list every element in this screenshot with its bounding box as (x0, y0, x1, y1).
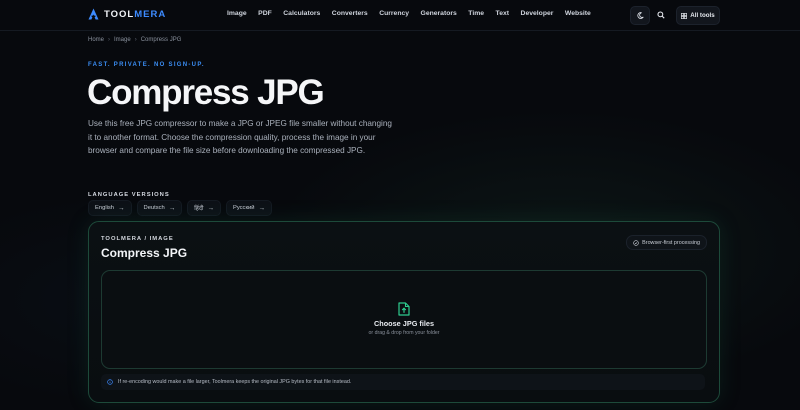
nav-generators[interactable]: Generators (421, 10, 457, 17)
language-name: हिंदी (194, 206, 204, 212)
logo[interactable]: TOOLMERA (88, 8, 166, 20)
tool-card-eyebrow: TOOLMERA / IMAGE (101, 236, 174, 242)
theme-toggle-button[interactable] (630, 6, 650, 25)
language-link-english[interactable]: English → (88, 200, 132, 216)
logo-icon (88, 8, 99, 20)
file-dropzone[interactable]: Choose JPG files or drag & drop from you… (101, 270, 707, 369)
language-link-hindi[interactable]: हिंदी → (187, 200, 221, 216)
page-title: Compress JPG (87, 73, 325, 112)
arrow-right-icon: → (168, 204, 176, 212)
all-tools-button[interactable]: All tools (676, 6, 720, 25)
info-note: If re-encoding would make a file larger,… (101, 374, 705, 390)
chevron-right-icon: › (108, 37, 111, 43)
language-versions-label: LANGUAGE VERSIONS (88, 192, 170, 198)
main-nav: Image PDF Calculators Converters Currenc… (227, 10, 602, 17)
arrow-right-icon: → (118, 204, 125, 212)
nav-website[interactable]: Website (565, 10, 591, 17)
tool-card-title: Compress JPG (101, 246, 188, 260)
chevron-right-icon: › (134, 37, 137, 43)
drag-drop-hint: or drag & drop from your folder (368, 330, 440, 336)
breadcrumb-image[interactable]: Image (114, 37, 131, 43)
badge-label: Browser-first processing (642, 239, 700, 246)
language-link-deutsch[interactable]: Deutsch → (136, 200, 183, 216)
language-list: English → Deutsch → हिंदी → Русский → (88, 200, 272, 216)
breadcrumb-current: Compress JPG (140, 37, 182, 43)
hero-eyebrow: FAST. PRIVATE. NO SIGN-UP. (88, 62, 205, 68)
arrow-right-icon: → (258, 204, 265, 212)
language-name: Deutsch (143, 205, 165, 211)
language-name: English (95, 205, 115, 211)
info-note-text: If re-encoding would make a file larger,… (118, 379, 352, 385)
page-description: Use this free JPG compressor to make a J… (88, 119, 392, 155)
grid-icon (681, 12, 688, 19)
moon-icon (636, 12, 644, 19)
language-name: Русский (232, 205, 255, 211)
search-button[interactable] (652, 6, 670, 23)
nav-image[interactable]: Image (227, 10, 247, 17)
nav-calculators[interactable]: Calculators (283, 10, 320, 17)
breadcrumb-home[interactable]: Home (88, 37, 104, 43)
search-icon (657, 10, 665, 19)
choose-files-label[interactable]: Choose JPG files (102, 319, 706, 328)
arrow-right-icon: → (207, 204, 214, 212)
nav-currency[interactable]: Currency (379, 10, 409, 17)
logo-text: TOOLMERA (104, 8, 167, 20)
top-header: TOOLMERA Image PDF Calculators Converter… (0, 0, 800, 31)
all-tools-label: All tools (690, 12, 715, 19)
info-icon (107, 379, 113, 385)
status-badge: Browser-first processing (626, 235, 707, 250)
nav-text[interactable]: Text (496, 10, 509, 17)
file-upload-icon (398, 302, 410, 316)
language-link-russian[interactable]: Русский → (225, 200, 272, 216)
shield-icon (633, 239, 639, 246)
breadcrumb: Home › Image › Compress JPG (88, 37, 181, 43)
tool-card: TOOLMERA / IMAGE Compress JPG Browser-fi… (88, 221, 720, 403)
nav-time[interactable]: Time (468, 10, 484, 17)
nav-pdf[interactable]: PDF (258, 10, 272, 17)
nav-converters[interactable]: Converters (332, 10, 368, 17)
nav-developer[interactable]: Developer (521, 10, 554, 17)
